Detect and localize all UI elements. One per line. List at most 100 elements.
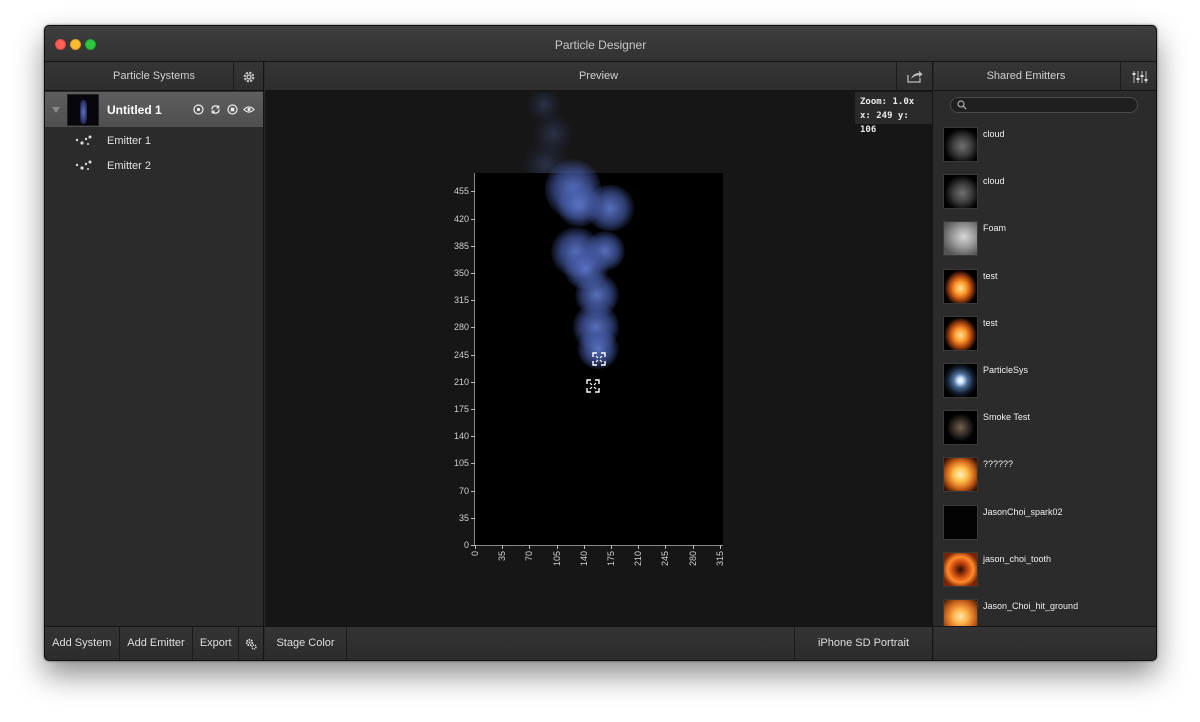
- x-tick-label: 210: [633, 551, 644, 567]
- shared-emitter-item[interactable]: Smoke Test: [943, 409, 1156, 449]
- device-size-selector[interactable]: iPhone SD Portrait: [794, 627, 932, 660]
- gears-icon: [245, 638, 257, 650]
- shared-emitter-name: test: [983, 317, 998, 328]
- x-tick-mark: [475, 545, 476, 549]
- search-icon: [957, 100, 967, 110]
- shared-emitter-name: Foam: [983, 223, 1007, 234]
- share-icon: [906, 70, 922, 83]
- shared-emitter-item[interactable]: test: [943, 268, 1156, 308]
- x-tick-mark: [583, 545, 585, 549]
- x-tick-label: 140: [578, 551, 589, 567]
- shared-emitter-name: ParticleSys: [983, 365, 1029, 375]
- y-tick-label: 175: [453, 404, 469, 414]
- x-tick-label: 35: [497, 551, 508, 562]
- x-tick-label: 70: [524, 551, 535, 562]
- add-system-button[interactable]: Add System: [45, 627, 120, 660]
- particle-systems-header: Particle Systems: [45, 62, 263, 91]
- add-emitter-button[interactable]: Add Emitter: [120, 627, 194, 660]
- y-tick-label: 350: [453, 268, 469, 278]
- restart-icon[interactable]: [209, 104, 221, 116]
- x-axis: 0 35 70 105 140 175 210 245 280 315: [470, 545, 725, 575]
- emitter-thumbnail: [943, 127, 978, 162]
- emitter-row-1[interactable]: Emitter 1: [45, 128, 263, 153]
- x-tick-mark: [719, 545, 721, 549]
- shared-emitter-item[interactable]: ParticleSys: [943, 362, 1156, 402]
- preview-panel: Preview 0 35 70 105 140 175 210 245 280 315 350 385…: [265, 62, 933, 660]
- record-icon[interactable]: [226, 104, 238, 116]
- zoom-coordinate-readout: Zoom: 1.0x x: 249 y: 106: [855, 92, 932, 135]
- stage-area[interactable]: [475, 159, 723, 545]
- shared-emitter-name: Smoke Test: [983, 412, 1030, 423]
- preview-canvas[interactable]: 0 35 70 105 140 175 210 245 280 315 350 385 420 455: [265, 92, 932, 626]
- shared-emitter-item[interactable]: cloud: [943, 126, 1156, 166]
- export-settings-button[interactable]: [239, 627, 263, 660]
- particle-system-row[interactable]: Untitled 1: [45, 92, 263, 127]
- y-tick-label: 455: [453, 186, 469, 197]
- x-tick-label: 105: [551, 551, 562, 567]
- y-tick-label: 245: [453, 349, 469, 360]
- shared-emitter-item[interactable]: test: [943, 315, 1156, 355]
- system-thumbnail: [67, 93, 99, 126]
- emitter-thumbnail: [943, 504, 978, 540]
- emitter-thumbnail: [943, 599, 978, 626]
- shared-emitter-name: ??????: [983, 459, 1014, 470]
- shared-emitters-footer: [934, 626, 1156, 660]
- y-axis: 0 35 70 105 140 175 210 245 280 315 350 385 420 455: [437, 173, 475, 573]
- shared-emitters-panel: Shared Emitters cloud cloud Foam test te…: [934, 62, 1156, 660]
- y-tick-label: 140: [453, 431, 469, 442]
- y-tick-label: 385: [453, 240, 469, 251]
- emitter-thumbnail: [943, 174, 978, 210]
- app-window: Particle Designer Particle Systems Untit…: [44, 25, 1157, 661]
- settings-button[interactable]: [233, 62, 263, 91]
- shared-emitters-header: Shared Emitters: [934, 62, 1156, 91]
- y-tick-label: 0: [463, 540, 469, 550]
- emitter-label: Emitter 2: [107, 159, 152, 172]
- shared-emitter-item[interactable]: ??????: [943, 456, 1156, 496]
- sliders-icon: [1132, 70, 1147, 83]
- emitter-row-2[interactable]: Emitter 2: [45, 153, 263, 178]
- search-input[interactable]: [951, 98, 1137, 112]
- visibility-eye-icon[interactable]: [243, 104, 255, 116]
- emitter-icon: [75, 160, 92, 170]
- disclosure-triangle-icon[interactable]: [52, 106, 60, 113]
- window-title: Particle Designer: [554, 38, 647, 52]
- emitter-icon: [75, 135, 92, 145]
- shared-emitter-item[interactable]: Jason_Choi_hit_ground: [943, 598, 1156, 626]
- emitter-thumbnail: [943, 410, 978, 446]
- shared-emitter-item[interactable]: JasonChoi_spark02: [943, 504, 1156, 544]
- search-field[interactable]: [950, 97, 1138, 113]
- filter-button[interactable]: [1120, 62, 1156, 91]
- shared-emitter-name: cloud: [983, 129, 1005, 139]
- emitter-thumbnail: [943, 268, 978, 304]
- preview-footer: Stage Color iPhone SD Portrait: [265, 626, 932, 660]
- shared-emitter-name: JasonChoi_spark02: [983, 506, 1063, 517]
- y-tick-label: 105: [453, 458, 469, 469]
- y-tick-label: 35: [458, 512, 469, 523]
- x-axis-line: [475, 545, 723, 546]
- shared-emitters-title: Shared Emitters: [986, 70, 1066, 82]
- y-tick-label: 210: [453, 376, 469, 387]
- share-button[interactable]: [896, 62, 932, 91]
- x-tick-mark: [556, 545, 558, 549]
- shared-emitter-name: jason_choi_tooth: [983, 553, 1052, 564]
- shared-emitter-item[interactable]: jason_choi_tooth: [943, 551, 1156, 591]
- shared-emitters-list: cloud cloud Foam test test ParticleSys Smoke T…: [934, 119, 1156, 626]
- x-tick-label: 175: [606, 551, 616, 567]
- x-tick-mark: [665, 545, 667, 549]
- shared-emitter-item[interactable]: cloud: [943, 173, 1156, 213]
- shared-emitter-item[interactable]: Foam: [943, 220, 1156, 260]
- x-tick-label: 280: [687, 551, 698, 567]
- play-icon[interactable]: [192, 104, 204, 116]
- x-tick-mark: [692, 545, 694, 549]
- title-bar: Particle Designer: [45, 26, 1156, 62]
- stage-color-button[interactable]: Stage Color: [265, 627, 347, 660]
- preview-title: Preview: [578, 70, 619, 82]
- particle-systems-panel: Particle Systems Untitled 1 Emitter 1 Em…: [45, 62, 264, 660]
- emitter-position-handle[interactable]: [586, 379, 600, 393]
- export-button[interactable]: Export: [193, 627, 240, 660]
- emitter-thumbnail: [943, 221, 978, 257]
- emitter-thumbnail: [943, 315, 978, 351]
- x-tick-label: 0: [470, 551, 480, 557]
- emitter-position-handle[interactable]: [592, 352, 606, 366]
- particle-systems-title: Particle Systems: [113, 70, 195, 82]
